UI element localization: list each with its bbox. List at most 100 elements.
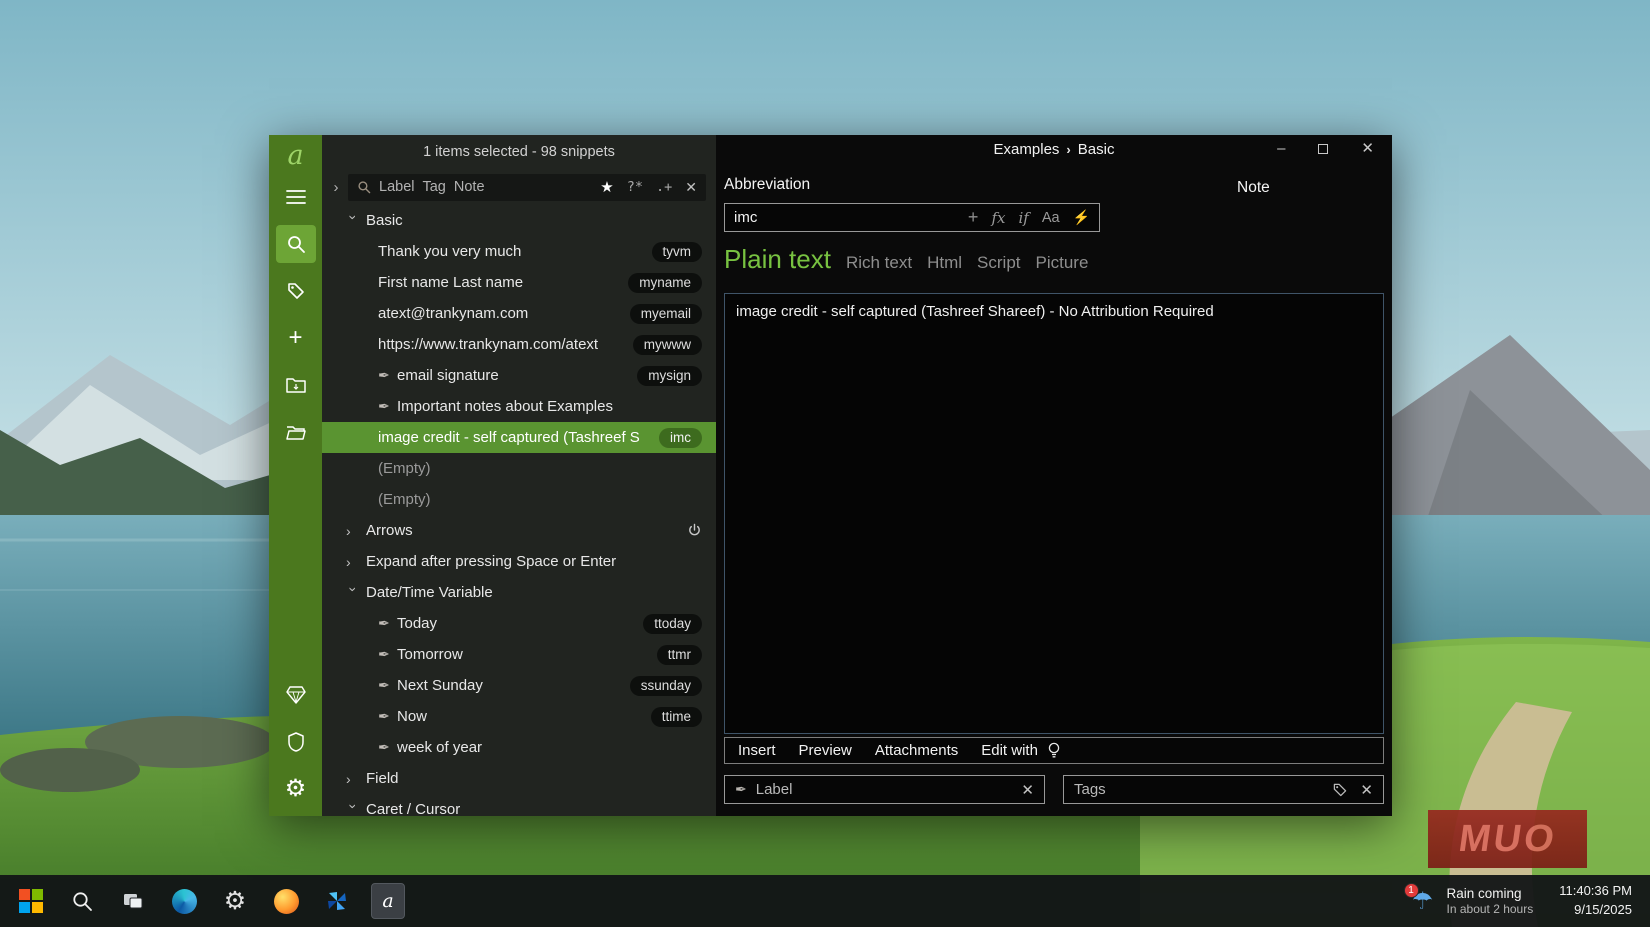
snippet-row[interactable]: ✒Nowttime xyxy=(322,701,716,732)
abbreviation-badge: ttime xyxy=(651,707,702,727)
tab-rich-text[interactable]: Rich text xyxy=(846,253,912,273)
snippet-content-editor[interactable]: image credit - self captured (Tashreef S… xyxy=(724,293,1384,734)
add-snippet-button[interactable]: + xyxy=(276,319,316,357)
windows-logo-icon xyxy=(19,889,43,913)
taskbar-search-button[interactable] xyxy=(65,883,99,919)
snippet-row[interactable]: ✒Todayttoday xyxy=(322,608,716,639)
weather-widget[interactable]: ☂ 1 Rain coming In about 2 hours xyxy=(1403,883,1540,919)
add-abbreviation-icon[interactable]: + xyxy=(968,207,979,228)
maximize-button[interactable] xyxy=(1318,144,1328,154)
snippet-group-row[interactable]: ›Caret / Cursor xyxy=(322,794,716,816)
muo-logo-text: MUO xyxy=(1456,818,1560,861)
shield-icon xyxy=(287,732,305,752)
snippet-row[interactable]: https://www.trankynam.com/atextmywww xyxy=(322,329,716,360)
abbreviation-badge: ssunday xyxy=(630,676,702,696)
chevron-down-icon[interactable]: › xyxy=(346,804,362,816)
snippet-row[interactable]: ✒email signaturemysign xyxy=(322,360,716,391)
snippet-search-input[interactable]: Label Tag Note ★ ?* .+ ✕ xyxy=(348,174,706,201)
taskbar-tray: ☂ 1 Rain coming In about 2 hours 11:40:3… xyxy=(1403,879,1637,923)
tab-plain-text[interactable]: Plain text xyxy=(724,244,831,275)
scope-label-toggle[interactable]: Label xyxy=(379,179,414,195)
scope-tag-toggle[interactable]: Tag xyxy=(422,179,445,195)
snippet-group-row[interactable]: ›Field xyxy=(322,763,716,794)
snippet-row[interactable]: First name Last namemyname xyxy=(322,267,716,298)
chevron-right-icon[interactable]: › xyxy=(346,554,361,570)
case-icon[interactable]: Aa xyxy=(1042,210,1060,226)
empty-snippet-row[interactable]: (Empty) xyxy=(322,484,716,515)
notification-badge: 1 xyxy=(1404,883,1419,898)
lightning-icon[interactable]: ⚡ xyxy=(1073,209,1090,226)
task-view-button[interactable] xyxy=(116,883,150,919)
clear-label-icon[interactable]: ✕ xyxy=(1021,781,1034,799)
taskbar-apps: ⚙ a xyxy=(14,883,405,919)
taskbar-app-atext[interactable]: a xyxy=(371,883,405,919)
snippet-group-row[interactable]: ›Date/Time Variable xyxy=(322,577,716,608)
snippet-row[interactable]: ✒Important notes about Examples xyxy=(322,391,716,422)
preview-button[interactable]: Preview xyxy=(799,742,852,759)
taskbar-app-settings[interactable]: ⚙ xyxy=(218,883,252,919)
snippet-row[interactable]: ✒week of year xyxy=(322,732,716,763)
abbreviation-badge: ttmr xyxy=(657,645,702,665)
edit-with-button[interactable]: Edit with xyxy=(981,742,1038,759)
editor-actions: Insert Preview Attachments Edit with xyxy=(738,742,1038,759)
menu-button[interactable] xyxy=(276,178,316,216)
label-field[interactable]: ✒ Label ✕ xyxy=(724,775,1045,804)
muo-watermark: MUO xyxy=(1428,810,1587,868)
insert-button[interactable]: Insert xyxy=(738,742,776,759)
attachments-button[interactable]: Attachments xyxy=(875,742,958,759)
open-folder-button[interactable] xyxy=(276,413,316,451)
function-icon[interactable]: fx xyxy=(991,209,1005,227)
tab-html[interactable]: Html xyxy=(927,253,962,273)
chevron-right-icon[interactable]: › xyxy=(346,771,361,787)
clear-search-icon[interactable]: ✕ xyxy=(685,179,697,196)
breadcrumb-parent[interactable]: Examples xyxy=(994,141,1060,158)
tab-script[interactable]: Script xyxy=(977,253,1020,273)
tag-icon xyxy=(286,281,306,301)
abbreviation-input[interactable]: imc + fx if Aa ⚡ xyxy=(724,203,1100,232)
chevron-right-icon[interactable]: › xyxy=(330,179,342,196)
premium-button[interactable] xyxy=(276,676,316,714)
breadcrumb-current[interactable]: Basic xyxy=(1078,141,1115,158)
snippet-row[interactable]: ✒Tomorrowttmr xyxy=(322,639,716,670)
power-icon[interactable] xyxy=(687,523,702,538)
abbreviation-badge: ttoday xyxy=(643,614,702,634)
search-nav-button[interactable] xyxy=(276,225,316,263)
scope-note-toggle[interactable]: Note xyxy=(454,179,485,195)
snippet-group-row[interactable]: ›Basic xyxy=(322,205,716,236)
condition-icon[interactable]: if xyxy=(1018,209,1028,227)
chevron-down-icon[interactable]: › xyxy=(346,587,362,602)
empty-snippet-row[interactable]: (Empty) xyxy=(322,453,716,484)
tags-placeholder: Tags xyxy=(1074,781,1106,798)
wildcard-filter-button[interactable]: ?* xyxy=(627,179,643,195)
tags-field[interactable]: Tags ✕ xyxy=(1063,775,1384,804)
atext-icon: a xyxy=(382,890,393,912)
lightbulb-icon[interactable] xyxy=(1047,742,1061,759)
security-button[interactable] xyxy=(276,723,316,761)
taskbar-app-edge[interactable] xyxy=(167,883,201,919)
taskbar-clock[interactable]: 11:40:36 PM 9/15/2025 xyxy=(1555,879,1636,923)
favorites-filter-icon[interactable]: ★ xyxy=(600,178,613,196)
chevron-right-icon[interactable]: › xyxy=(346,523,361,539)
settings-button[interactable]: ⚙ xyxy=(276,770,316,808)
chevron-down-icon[interactable]: › xyxy=(346,215,362,230)
snippet-group-row[interactable]: ›Arrows xyxy=(322,515,716,546)
snippet-row[interactable]: Thank you very muchtyvm xyxy=(322,236,716,267)
clear-tags-icon[interactable]: ✕ xyxy=(1360,781,1373,799)
snippet-label: Important notes about Examples xyxy=(397,398,613,415)
close-button[interactable]: ✕ xyxy=(1361,141,1374,156)
snippet-label: Today xyxy=(397,615,437,632)
regex-filter-button[interactable]: .+ xyxy=(656,179,672,195)
snippet-row[interactable]: atext@trankynam.commyemail xyxy=(322,298,716,329)
new-folder-button[interactable] xyxy=(276,366,316,404)
snippet-row[interactable]: image credit - self captured (Tashreef S… xyxy=(322,422,716,453)
taskbar-pinned-app[interactable] xyxy=(320,883,354,919)
snippet-group-row[interactable]: ›Expand after pressing Space or Enter xyxy=(322,546,716,577)
search-icon xyxy=(357,180,371,194)
snippet-row[interactable]: ✒Next Sundayssunday xyxy=(322,670,716,701)
tags-nav-button[interactable] xyxy=(276,272,316,310)
tab-picture[interactable]: Picture xyxy=(1036,253,1089,273)
minimize-button[interactable]: – xyxy=(1277,141,1285,156)
start-button[interactable] xyxy=(14,883,48,919)
snippet-rows: ›BasicThank you very muchtyvmFirst name … xyxy=(322,205,716,816)
taskbar-app-firefox[interactable] xyxy=(269,883,303,919)
